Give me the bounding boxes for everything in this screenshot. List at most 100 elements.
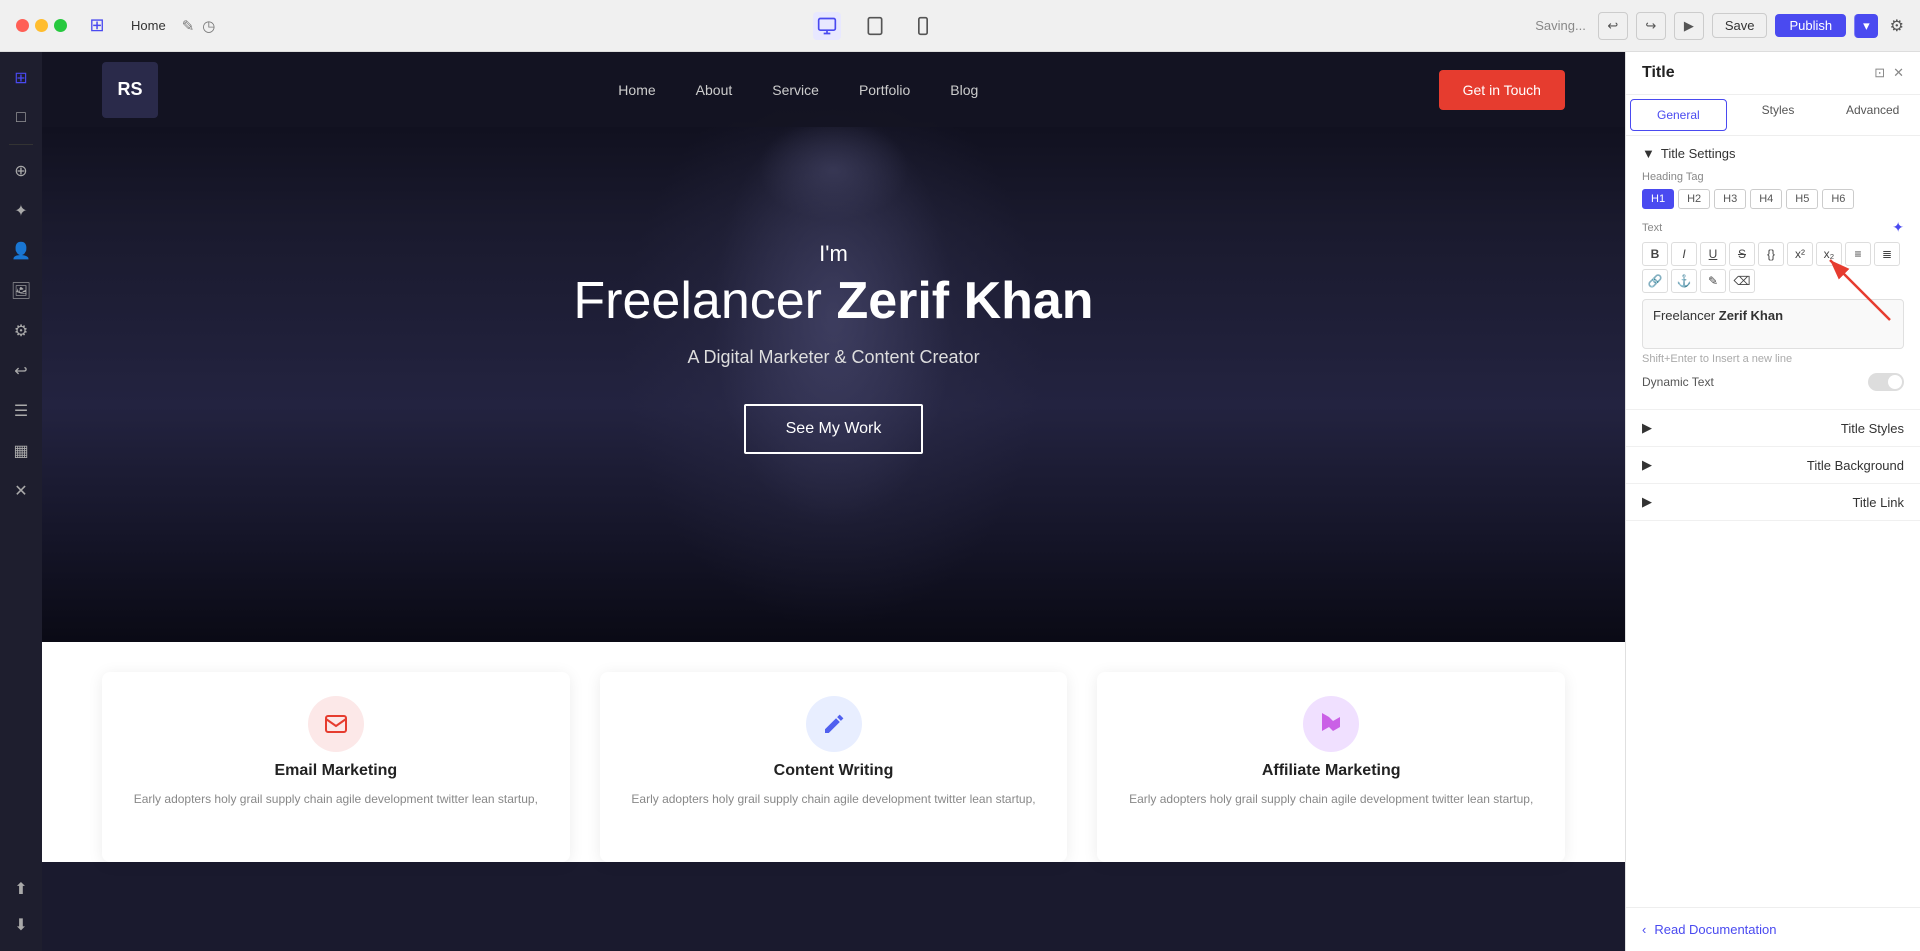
panel-title: Title bbox=[1642, 64, 1675, 82]
tablet-device-icon[interactable] bbox=[861, 12, 889, 40]
history-icon[interactable]: ◷ bbox=[202, 17, 215, 35]
publish-dropdown-button[interactable]: ▾ bbox=[1854, 14, 1878, 38]
text-dynamic-icon[interactable]: ✦ bbox=[1892, 219, 1904, 236]
sidebar-item-upload[interactable]: ⬆ bbox=[3, 871, 39, 907]
tab-advanced[interactable]: Advanced bbox=[1825, 95, 1920, 135]
sidebar-item-settings[interactable]: ⚙ bbox=[3, 313, 39, 349]
right-panel: Title ⊡ ✕ General Styles Advanced ▼ Titl… bbox=[1625, 52, 1920, 951]
panel-pin-icon[interactable]: ⊡ bbox=[1874, 65, 1885, 81]
email-marketing-title: Email Marketing bbox=[274, 762, 397, 780]
undo-button[interactable]: ↩ bbox=[1598, 12, 1628, 40]
grid-menu-icon[interactable]: ⊞ bbox=[79, 8, 115, 44]
services-section: Email Marketing Early adopters holy grai… bbox=[42, 642, 1625, 862]
titlebar-right: Saving... ↩ ↪ ▶ Save Publish ▾ ⚙ bbox=[1535, 12, 1904, 40]
title-styles-row[interactable]: ▶ Title Styles bbox=[1626, 410, 1920, 447]
title-styles-label: Title Styles bbox=[1841, 421, 1904, 436]
nav-link-about[interactable]: About bbox=[696, 82, 733, 98]
ol-button[interactable]: ≡ bbox=[1845, 242, 1871, 266]
h4-button[interactable]: H4 bbox=[1750, 189, 1782, 209]
title-link-row[interactable]: ▶ Title Link bbox=[1626, 484, 1920, 521]
anchor-button[interactable]: ⚓ bbox=[1671, 269, 1697, 293]
affiliate-marketing-title: Affiliate Marketing bbox=[1262, 762, 1401, 780]
h3-button[interactable]: H3 bbox=[1714, 189, 1746, 209]
sidebar-item-grid[interactable]: ▦ bbox=[3, 433, 39, 469]
mobile-device-icon[interactable] bbox=[909, 12, 937, 40]
text-content-area[interactable]: Freelancer Zerif Khan bbox=[1642, 299, 1904, 349]
tab-general[interactable]: General bbox=[1630, 99, 1727, 131]
title-background-arrow: ▶ bbox=[1642, 457, 1652, 473]
publish-button[interactable]: Publish bbox=[1775, 14, 1846, 37]
hero-content: I'm Freelancer Zerif Khan A Digital Mark… bbox=[573, 241, 1093, 454]
save-button[interactable]: Save bbox=[1712, 13, 1768, 38]
redo-button[interactable]: ↪ bbox=[1636, 12, 1666, 40]
close-button[interactable] bbox=[16, 19, 29, 32]
docs-arrow-left: ‹ bbox=[1642, 922, 1646, 937]
maximize-button[interactable] bbox=[54, 19, 67, 32]
get-in-touch-button[interactable]: Get in Touch bbox=[1439, 70, 1565, 110]
link-button[interactable]: 🔗 bbox=[1642, 269, 1668, 293]
settings-icon[interactable]: ⚙ bbox=[1890, 16, 1904, 36]
sidebar-item-close[interactable]: ✕ bbox=[3, 473, 39, 509]
superscript-button[interactable]: x² bbox=[1787, 242, 1813, 266]
nav-link-service[interactable]: Service bbox=[772, 82, 819, 98]
h1-button[interactable]: H1 bbox=[1642, 189, 1674, 209]
sidebar-item-elements[interactable]: ⊞ bbox=[3, 60, 39, 96]
text-label: Text bbox=[1642, 222, 1662, 234]
italic-button[interactable]: I bbox=[1671, 242, 1697, 266]
sidebar-item-undo[interactable]: ↩ bbox=[3, 353, 39, 389]
sidebar-item-media[interactable]: 🖼 bbox=[3, 273, 39, 309]
code-button[interactable]: {} bbox=[1758, 242, 1784, 266]
h5-button[interactable]: H5 bbox=[1786, 189, 1818, 209]
panel-header: Title ⊡ ✕ bbox=[1626, 52, 1920, 95]
text-hint: Shift+Enter to Insert a new line bbox=[1642, 353, 1904, 365]
hero-subtitle: A Digital Marketer & Content Creator bbox=[573, 347, 1093, 368]
see-my-work-button[interactable]: See My Work bbox=[744, 404, 924, 454]
sidebar-item-users[interactable]: 👤 bbox=[3, 233, 39, 269]
sidebar-item-templates[interactable]: ✦ bbox=[3, 193, 39, 229]
desktop-device-icon[interactable] bbox=[813, 12, 841, 40]
panel-header-icons: ⊡ ✕ bbox=[1874, 65, 1904, 81]
titlebar-action-icons: ✎ ◷ bbox=[182, 17, 216, 35]
sidebar-divider-1 bbox=[9, 144, 33, 145]
pencil-icon[interactable]: ✎ bbox=[182, 17, 195, 35]
tab-styles[interactable]: Styles bbox=[1731, 95, 1826, 135]
minimize-button[interactable] bbox=[35, 19, 48, 32]
subscript-button[interactable]: x₂ bbox=[1816, 242, 1842, 266]
dynamic-text-toggle[interactable] bbox=[1868, 373, 1904, 391]
home-tab-label[interactable]: Home bbox=[131, 18, 166, 33]
site-nav-links: Home About Service Portfolio Blog bbox=[618, 82, 978, 98]
edit-button[interactable]: ✎ bbox=[1700, 269, 1726, 293]
dynamic-text-row: Dynamic Text bbox=[1642, 365, 1904, 399]
h2-button[interactable]: H2 bbox=[1678, 189, 1710, 209]
title-background-row[interactable]: ▶ Title Background bbox=[1626, 447, 1920, 484]
nav-link-blog[interactable]: Blog bbox=[950, 82, 978, 98]
bold-button[interactable]: B bbox=[1642, 242, 1668, 266]
text-content-bold: Zerif Khan bbox=[1719, 308, 1783, 323]
sidebar-item-list[interactable]: ☰ bbox=[3, 393, 39, 429]
clear-button[interactable]: ⌫ bbox=[1729, 269, 1755, 293]
nav-link-home[interactable]: Home bbox=[618, 82, 655, 98]
heading-tag-buttons: H1 H2 H3 H4 H5 H6 bbox=[1642, 189, 1904, 209]
hero-title-light: Freelancer bbox=[573, 272, 822, 330]
sidebar-item-download[interactable]: ⬇ bbox=[3, 907, 39, 943]
h6-button[interactable]: H6 bbox=[1822, 189, 1854, 209]
strikethrough-button[interactable]: S bbox=[1729, 242, 1755, 266]
sidebar-item-widgets[interactable]: □ bbox=[3, 100, 39, 136]
website-preview: RS Home About Service Portfolio Blog Get… bbox=[42, 52, 1625, 951]
sidebar-item-add[interactable]: ⊕ bbox=[3, 153, 39, 189]
dynamic-text-label: Dynamic Text bbox=[1642, 375, 1714, 389]
panel-close-icon[interactable]: ✕ bbox=[1893, 65, 1904, 81]
text-content-light: Freelancer bbox=[1653, 308, 1719, 323]
title-settings-header[interactable]: ▼ Title Settings bbox=[1642, 146, 1904, 161]
affiliate-marketing-icon bbox=[1303, 696, 1359, 752]
read-documentation-footer[interactable]: ‹ Read Documentation bbox=[1626, 907, 1920, 951]
mac-titlebar: ⊞ Home ✎ ◷ Saving... ↩ ↪ ▶ Save Publish … bbox=[0, 0, 1920, 52]
email-marketing-desc: Early adopters holy grail supply chain a… bbox=[134, 790, 538, 808]
nav-link-portfolio[interactable]: Portfolio bbox=[859, 82, 910, 98]
title-styles-arrow: ▶ bbox=[1642, 420, 1652, 436]
ul-button[interactable]: ≣ bbox=[1874, 242, 1900, 266]
preview-button[interactable]: ▶ bbox=[1674, 12, 1704, 40]
service-card-affiliate: Affiliate Marketing Early adopters holy … bbox=[1097, 672, 1565, 862]
underline-button[interactable]: U bbox=[1700, 242, 1726, 266]
title-link-label: Title Link bbox=[1852, 495, 1904, 510]
